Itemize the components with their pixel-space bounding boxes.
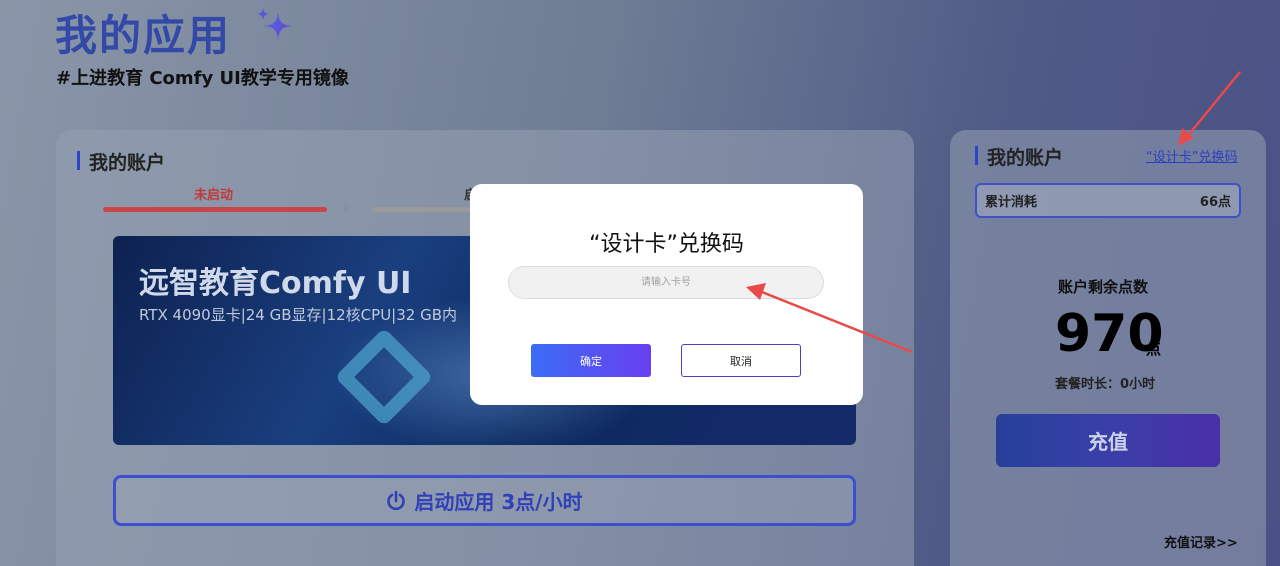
banner-spec: RTX 4090显卡|24 GB显存|12核CPU|32 GB内: [139, 306, 457, 324]
usage-summary: 累计消耗 66点: [975, 183, 1241, 218]
launch-app-label: 启动应用 3点/小时: [414, 490, 583, 514]
confirm-button[interactable]: 确定: [531, 344, 651, 377]
launch-app-button[interactable]: 启动应用 3点/小时: [113, 475, 856, 526]
recharge-record-link[interactable]: 充值记录>>: [1164, 532, 1238, 551]
app-card-heading: 我的账户: [77, 148, 165, 175]
page-subtitle: #上进教育 Comfy UI教学专用镜像: [56, 68, 349, 89]
cancel-button[interactable]: 取消: [681, 344, 801, 377]
usage-label: 累计消耗: [985, 195, 1038, 210]
step-arrow-icon: ▶: [344, 203, 351, 213]
step-2-progress-bar: [372, 207, 472, 212]
balance-label: 账户剩余点数: [1058, 278, 1149, 296]
banner-title: 远智教育Comfy UI: [139, 266, 412, 301]
usage-value: 66点: [1199, 195, 1231, 210]
card-number-input[interactable]: [508, 266, 824, 299]
balance-unit: 点: [1146, 340, 1162, 358]
page-title: 我的应用: [55, 11, 232, 60]
power-icon: [387, 490, 406, 510]
account-card-heading: 我的账户: [975, 143, 1063, 170]
status-progress-bar: [103, 207, 327, 212]
redeem-code-modal: “设计卡”兑换码 确定 取消: [470, 184, 863, 405]
recharge-button[interactable]: 充值: [996, 414, 1220, 467]
status-label: 未启动: [194, 188, 234, 203]
sparkle-icon: [257, 8, 292, 40]
redeem-code-link[interactable]: “设计卡”兑换码: [1146, 146, 1237, 165]
package-time: 套餐时长：0小时: [1055, 377, 1156, 392]
modal-title: “设计卡”兑换码: [589, 232, 744, 257]
